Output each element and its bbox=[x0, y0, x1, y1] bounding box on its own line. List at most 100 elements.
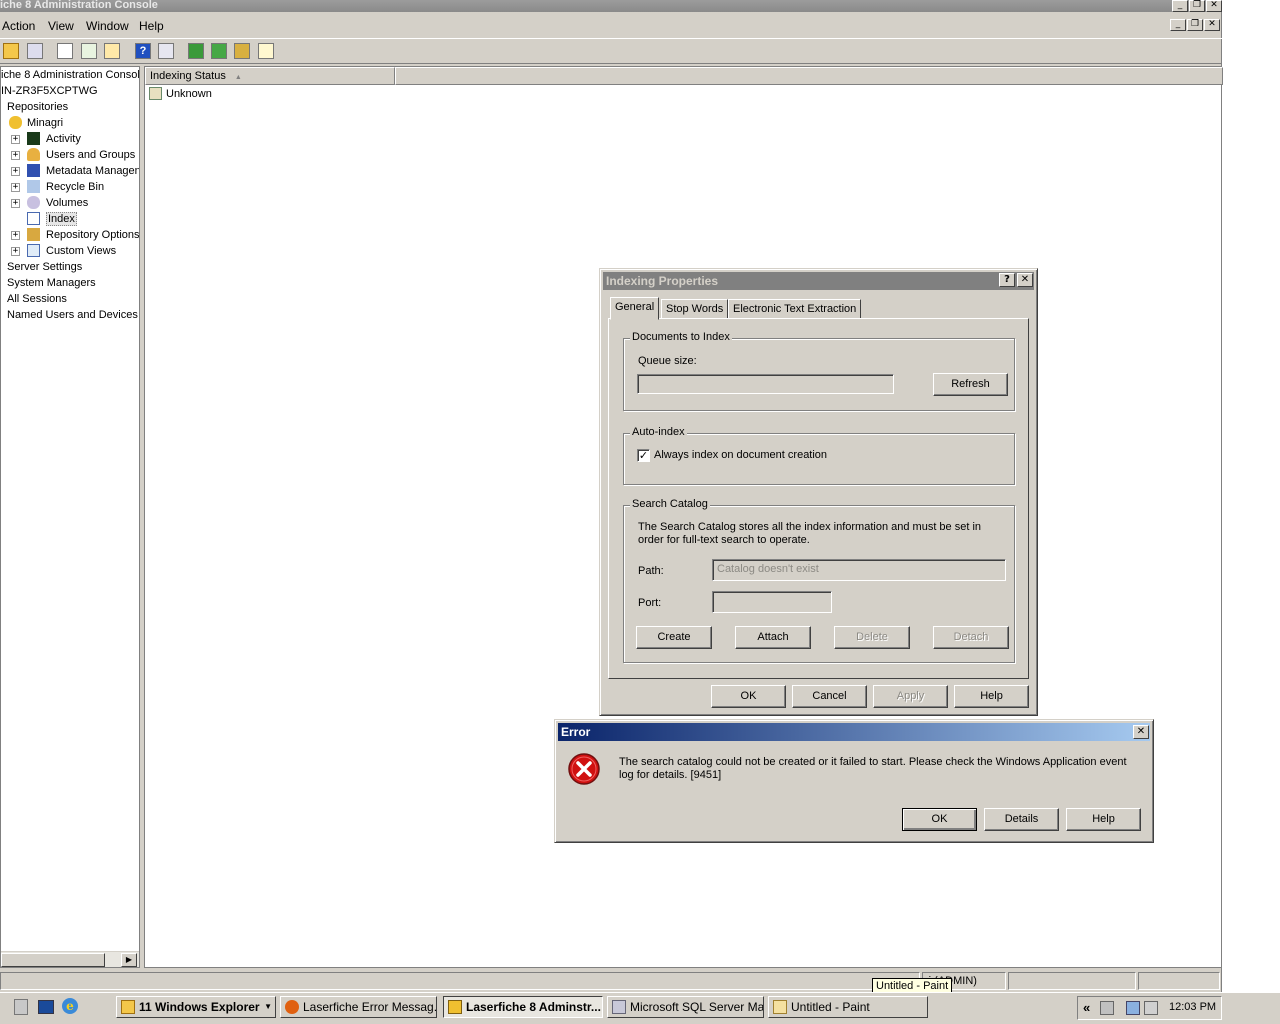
taskbar-item-paint[interactable]: Untitled - Paint bbox=[768, 996, 928, 1018]
scroll-right-icon[interactable]: ▶ bbox=[121, 953, 137, 967]
menu-view[interactable]: View bbox=[48, 19, 74, 33]
list-item-label: Unknown bbox=[166, 88, 212, 100]
action-3-icon[interactable] bbox=[234, 43, 250, 59]
refresh-button[interactable]: Refresh bbox=[933, 373, 1008, 396]
path-label: Path: bbox=[638, 565, 664, 577]
tree-item-metadata[interactable]: + Metadata Managen bbox=[11, 163, 139, 179]
tree-all-sessions[interactable]: All Sessions bbox=[1, 291, 67, 307]
taskbar-item-laserfiche-error[interactable]: Laserfiche Error Messag... bbox=[280, 996, 437, 1018]
tree-item-repository-options[interactable]: + Repository Options bbox=[11, 227, 139, 243]
volume-muted-icon[interactable] bbox=[1144, 1001, 1158, 1015]
expand-icon[interactable]: + bbox=[11, 151, 20, 160]
error-ok-button[interactable]: OK bbox=[902, 808, 977, 831]
powershell-icon[interactable] bbox=[38, 1000, 54, 1014]
expand-icon[interactable]: + bbox=[11, 231, 20, 240]
tray-flag-icon[interactable] bbox=[1100, 1001, 1114, 1015]
create-button[interactable]: Create bbox=[636, 626, 712, 649]
properties-icon[interactable] bbox=[57, 43, 73, 59]
mdi-restore-icon[interactable]: ❐ bbox=[1187, 19, 1203, 31]
tab-label: Stop Words bbox=[666, 303, 724, 315]
internet-explorer-icon[interactable]: e bbox=[62, 998, 78, 1014]
tree-repositories[interactable]: Repositories bbox=[1, 99, 68, 115]
tree-item-volumes[interactable]: + Volumes bbox=[11, 195, 88, 211]
close-icon[interactable]: ✕ bbox=[1206, 0, 1222, 12]
attach-button[interactable]: Attach bbox=[735, 626, 811, 649]
tree-root[interactable]: iche 8 Administration Console bbox=[1, 67, 139, 83]
mdi-close-icon[interactable]: ✕ bbox=[1204, 19, 1220, 31]
list-item[interactable]: Unknown bbox=[149, 86, 212, 102]
up-folder-icon[interactable] bbox=[3, 43, 19, 59]
dialog-help-button[interactable]: Help bbox=[954, 685, 1029, 708]
clock[interactable]: 12:03 PM bbox=[1169, 1001, 1216, 1013]
error-close-icon[interactable]: ✕ bbox=[1133, 725, 1149, 739]
error-details-button[interactable]: Details bbox=[984, 808, 1059, 831]
sql-server-icon bbox=[612, 1000, 626, 1014]
options-icon bbox=[27, 228, 40, 241]
scroll-thumb[interactable] bbox=[1, 953, 105, 967]
new-item-icon[interactable] bbox=[258, 43, 274, 59]
action-2-icon[interactable] bbox=[211, 43, 227, 59]
tab-stop-words[interactable]: Stop Words bbox=[661, 299, 729, 319]
menu-window[interactable]: Window bbox=[86, 19, 129, 33]
cancel-button[interactable]: Cancel bbox=[792, 685, 867, 708]
tree-item-custom-views[interactable]: + Custom Views bbox=[11, 243, 116, 259]
menu-action[interactable]: Action bbox=[2, 19, 35, 33]
expand-icon[interactable]: + bbox=[11, 199, 20, 208]
tree-item-label: Custom Views bbox=[46, 245, 117, 257]
help-icon[interactable]: ? bbox=[999, 273, 1015, 287]
taskbar-item-windows-explorer[interactable]: 11 Windows Explorer ▼ bbox=[116, 996, 276, 1018]
action-1-icon[interactable] bbox=[188, 43, 204, 59]
task-label: Untitled - Paint bbox=[791, 1000, 870, 1014]
refresh-icon[interactable] bbox=[81, 43, 97, 59]
column-header-blank[interactable] bbox=[395, 67, 1223, 85]
dialog-titlebar: Indexing Properties bbox=[603, 272, 1034, 290]
tree-server-settings[interactable]: Server Settings bbox=[1, 259, 82, 275]
tree-item-recycle-bin[interactable]: + Recycle Bin bbox=[11, 179, 104, 195]
ok-button[interactable]: OK bbox=[711, 685, 786, 708]
tab-label: General bbox=[615, 301, 655, 313]
menu-help[interactable]: Help bbox=[139, 19, 164, 33]
statusbar-panel-3 bbox=[1008, 972, 1136, 990]
column-header-indexing-status[interactable]: Indexing Status ▲ bbox=[145, 67, 395, 85]
mdi-minimize-icon[interactable]: _ bbox=[1170, 19, 1186, 31]
button-label: OK bbox=[740, 690, 757, 702]
console-icon[interactable] bbox=[158, 43, 174, 59]
taskbar-item-laserfiche-admin[interactable]: Laserfiche 8 Adminstr... bbox=[443, 996, 603, 1018]
tree-item-index[interactable]: Index bbox=[11, 211, 77, 227]
export-icon[interactable] bbox=[104, 43, 120, 59]
server-manager-icon[interactable] bbox=[14, 999, 28, 1015]
restore-icon[interactable]: ❐ bbox=[1189, 0, 1205, 12]
tree-hscrollbar[interactable]: ▶ bbox=[1, 951, 139, 967]
tree-item-activity[interactable]: + Activity bbox=[11, 131, 81, 147]
expand-icon[interactable]: + bbox=[11, 183, 20, 192]
tab-general[interactable]: General bbox=[610, 297, 660, 320]
network-icon[interactable] bbox=[1126, 1001, 1140, 1015]
always-index-label[interactable]: Always index on document creation bbox=[654, 449, 827, 461]
expand-icon[interactable]: + bbox=[11, 247, 20, 256]
tree-named-users[interactable]: Named Users and Devices bbox=[1, 307, 138, 323]
apply-button[interactable]: Apply bbox=[873, 685, 948, 708]
expand-icon[interactable]: + bbox=[11, 135, 20, 144]
minimize-icon[interactable]: _ bbox=[1172, 0, 1188, 12]
tree-repository[interactable]: Minagri bbox=[9, 115, 63, 131]
tab-electronic-text-extraction[interactable]: Electronic Text Extraction bbox=[728, 299, 862, 319]
tray-expand-icon[interactable]: « bbox=[1083, 1000, 1090, 1015]
expand-icon[interactable]: + bbox=[11, 167, 20, 176]
catalog-description: The Search Catalog stores all the index … bbox=[638, 521, 982, 546]
tree-item-label: Volumes bbox=[46, 197, 89, 209]
taskbar-item-sql-server[interactable]: Microsoft SQL Server Ma... bbox=[607, 996, 764, 1018]
close-icon[interactable]: ✕ bbox=[1017, 273, 1033, 287]
show-tree-icon[interactable] bbox=[27, 43, 43, 59]
tree-item-label: Recycle Bin bbox=[46, 181, 105, 193]
tree-repositories-label: Repositories bbox=[7, 101, 69, 113]
detach-button[interactable]: Detach bbox=[933, 626, 1009, 649]
always-index-checkbox[interactable]: ✓ bbox=[637, 449, 650, 462]
delete-button[interactable]: Delete bbox=[834, 626, 910, 649]
button-label: Details bbox=[1004, 813, 1039, 825]
tree-server[interactable]: IN-ZR3F5XCPTWG bbox=[1, 83, 98, 99]
button-label: Attach bbox=[757, 631, 789, 643]
tree-system-managers[interactable]: System Managers bbox=[1, 275, 96, 291]
tree-item-users-groups[interactable]: + Users and Groups bbox=[11, 147, 135, 163]
help-icon[interactable]: ? bbox=[135, 43, 151, 59]
error-help-button[interactable]: Help bbox=[1066, 808, 1141, 831]
